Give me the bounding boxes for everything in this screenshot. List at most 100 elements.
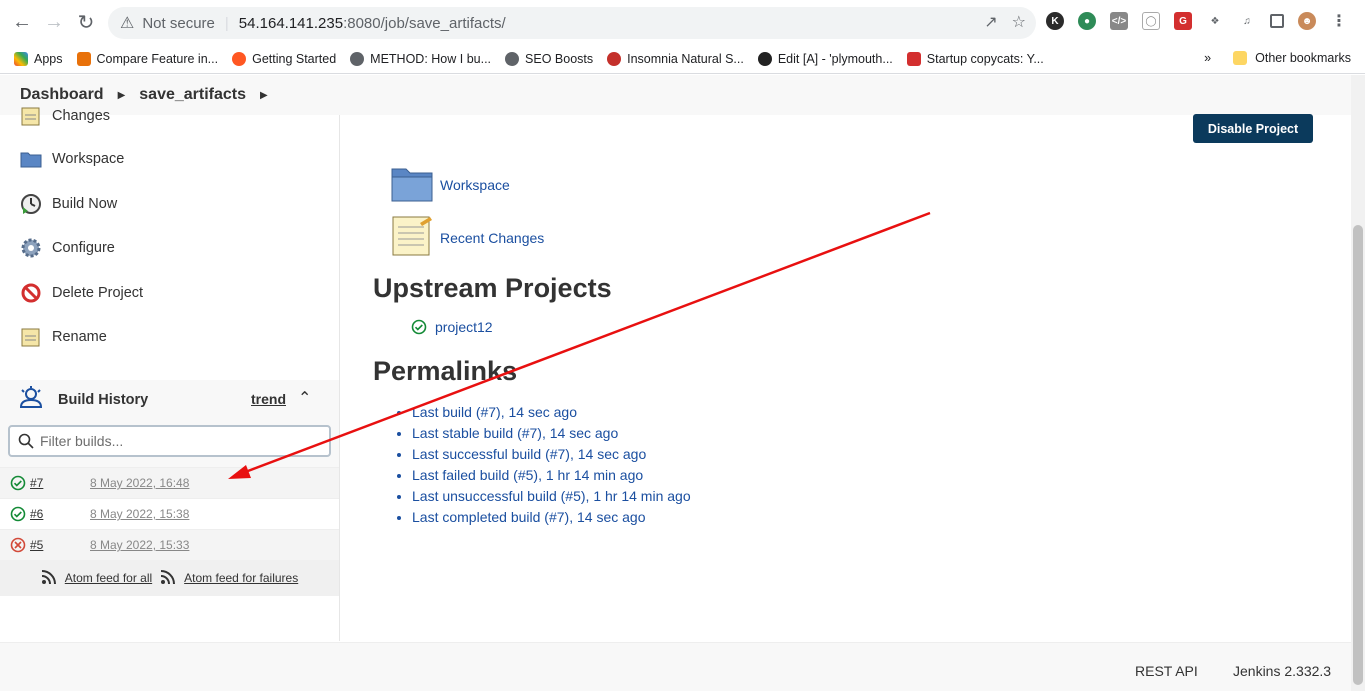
firefox-icon — [232, 51, 247, 66]
build-row[interactable]: #6 8 May 2022, 15:38 — [0, 498, 339, 529]
bookmark-item[interactable]: Startup copycats: Y... — [906, 51, 1044, 66]
url-host: 54.164.141.235 — [238, 14, 344, 32]
task-label: Workspace — [52, 151, 125, 167]
permalink-item[interactable]: Last failed build (#5), 1 hr 14 min ago — [412, 465, 691, 486]
bookmark-item[interactable]: Insomnia Natural S... — [607, 51, 744, 66]
build-number-link[interactable]: #7 — [30, 476, 90, 490]
folder-icon — [20, 148, 42, 170]
extension-globe-icon[interactable]: ● — [1078, 12, 1096, 30]
side-panel-icon[interactable] — [1270, 14, 1284, 28]
bookmark-item[interactable]: METHOD: How I bu... — [350, 51, 492, 66]
folder-icon — [390, 163, 434, 206]
build-number-link[interactable]: #5 — [30, 538, 90, 552]
breadcrumb-job[interactable]: save_artifacts — [139, 86, 246, 104]
permalink-item[interactable]: Last completed build (#7), 14 sec ago — [412, 507, 691, 528]
task-rename[interactable]: Rename — [20, 326, 107, 348]
apps-grid-icon — [14, 51, 28, 66]
search-icon — [18, 433, 34, 449]
no-entry-icon — [20, 282, 42, 304]
extension-red-icon[interactable]: G — [1174, 12, 1192, 30]
reload-icon[interactable]: ↻ — [70, 6, 102, 38]
extension-shield-icon[interactable]: ◯ — [1142, 12, 1160, 30]
bookmark-label: METHOD: How I bu... — [370, 51, 492, 66]
rss-icon — [41, 569, 57, 588]
browser-toolbar: ← → ↻ ⚠ Not secure | 54.164.141.235 :808… — [0, 0, 1365, 44]
extension-k-icon[interactable]: K — [1046, 12, 1064, 30]
build-number-link[interactable]: #6 — [30, 507, 90, 521]
build-date-link[interactable]: 8 May 2022, 16:48 — [90, 476, 189, 490]
build-date-link[interactable]: 8 May 2022, 15:33 — [90, 538, 189, 552]
warning-icon: ⚠ — [120, 15, 135, 32]
success-check-icon — [10, 475, 26, 491]
bookmark-label: Startup copycats: Y... — [926, 51, 1044, 66]
recent-changes-link[interactable]: Recent Changes — [390, 213, 544, 262]
permalink-item[interactable]: Last stable build (#7), 14 sec ago — [412, 423, 691, 444]
upstream-projects-heading: Upstream Projects — [373, 273, 612, 303]
upstream-project-link[interactable]: project12 — [435, 319, 493, 335]
build-date-link[interactable]: 8 May 2022, 15:38 — [90, 507, 189, 521]
security-label: Not secure — [142, 14, 215, 32]
profile-avatar[interactable]: ☻ — [1298, 12, 1316, 30]
scrollbar-thumb[interactable] — [1353, 225, 1363, 685]
filter-builds-box — [8, 425, 331, 457]
bookmarks-bar: Apps Compare Feature in... Getting Start… — [0, 44, 1365, 74]
share-icon[interactable]: ↗ — [984, 12, 997, 32]
breadcrumb-caret-icon[interactable]: ▶ — [260, 90, 268, 101]
collapse-chevron-icon[interactable]: ⌃ — [298, 388, 311, 408]
build-row[interactable]: #7 8 May 2022, 16:48 — [0, 467, 339, 498]
upstream-project-item[interactable]: project12 — [411, 319, 493, 335]
bookmark-star-icon[interactable]: ☆ — [1012, 12, 1026, 32]
extensions-puzzle-icon[interactable]: ❖ — [1206, 12, 1224, 30]
trend-link[interactable]: trend — [251, 391, 286, 407]
bookmark-item[interactable]: Compare Feature in... — [76, 51, 219, 66]
filter-builds-input[interactable] — [40, 433, 320, 449]
bookmark-item[interactable]: Edit [A] - 'plymouth... — [757, 51, 893, 66]
disable-project-button[interactable]: Disable Project — [1193, 114, 1313, 143]
task-label: Build Now — [52, 196, 118, 212]
permalink-item[interactable]: Last unsuccessful build (#5), 1 hr 14 mi… — [412, 486, 691, 507]
task-label: Configure — [52, 240, 115, 256]
address-bar[interactable]: ⚠ Not secure | 54.164.141.235 :8080/job/… — [108, 7, 1036, 39]
task-delete-project[interactable]: Delete Project — [20, 282, 143, 304]
bookmark-label: Compare Feature in... — [96, 51, 219, 66]
back-arrow-icon[interactable]: ← — [6, 6, 38, 38]
failure-x-icon — [10, 537, 26, 553]
atom-feed-all-link[interactable]: Atom feed for all — [65, 571, 152, 585]
bookmark-item[interactable]: SEO Boosts — [505, 51, 593, 66]
task-build-now[interactable]: Build Now — [20, 193, 117, 215]
flower-icon — [607, 51, 622, 66]
task-configure[interactable]: Configure — [20, 237, 115, 259]
url-path: :8080/job/save_artifacts/ — [343, 14, 506, 32]
breadcrumb-caret-icon[interactable]: ▶ — [118, 90, 126, 101]
bookmark-label: Edit [A] - 'plymouth... — [777, 51, 893, 66]
globe-icon — [350, 51, 365, 66]
bookmark-label: Insomnia Natural S... — [627, 51, 744, 66]
build-history-panel: Build History trend ⌃ #7 8 May 2022, 16:… — [0, 380, 339, 596]
extension-code-icon[interactable]: </> — [1110, 12, 1128, 30]
recent-changes-link-label: Recent Changes — [440, 229, 545, 246]
permalinks-list: Last build (#7), 14 sec ago Last stable … — [391, 402, 691, 528]
address-separator: | — [224, 14, 229, 32]
forward-arrow-icon[interactable]: → — [38, 6, 70, 38]
bookmark-apps[interactable]: Apps — [14, 51, 63, 66]
jenkins-version-link[interactable]: Jenkins 2.332.3 — [1233, 663, 1331, 679]
gear-icon — [20, 237, 42, 259]
permalink-item[interactable]: Last build (#7), 14 sec ago — [412, 402, 691, 423]
more-bookmarks-chevron-icon[interactable]: » — [1204, 51, 1211, 65]
atom-feed-failures-link[interactable]: Atom feed for failures — [184, 571, 298, 585]
permalink-item[interactable]: Last successful build (#7), 14 sec ago — [412, 444, 691, 465]
task-changes[interactable]: Changes — [20, 105, 110, 127]
breadcrumb-dashboard[interactable]: Dashboard — [20, 86, 104, 104]
menu-kebab-icon[interactable]: ⋮ — [1330, 12, 1348, 30]
workspace-link[interactable]: Workspace — [390, 163, 510, 206]
permalinks-heading: Permalinks — [373, 356, 518, 386]
page-scrollbar[interactable] — [1351, 75, 1365, 691]
other-bookmarks[interactable]: Other bookmarks — [1255, 51, 1351, 65]
task-workspace[interactable]: Workspace — [20, 148, 124, 170]
build-row[interactable]: #5 8 May 2022, 15:33 — [0, 529, 339, 560]
edit-circle-icon — [757, 51, 772, 66]
media-control-icon[interactable]: ♫ — [1238, 12, 1256, 30]
page-footer: REST API Jenkins 2.332.3 — [0, 642, 1351, 691]
rest-api-link[interactable]: REST API — [1135, 663, 1198, 679]
bookmark-item[interactable]: Getting Started — [232, 51, 336, 66]
